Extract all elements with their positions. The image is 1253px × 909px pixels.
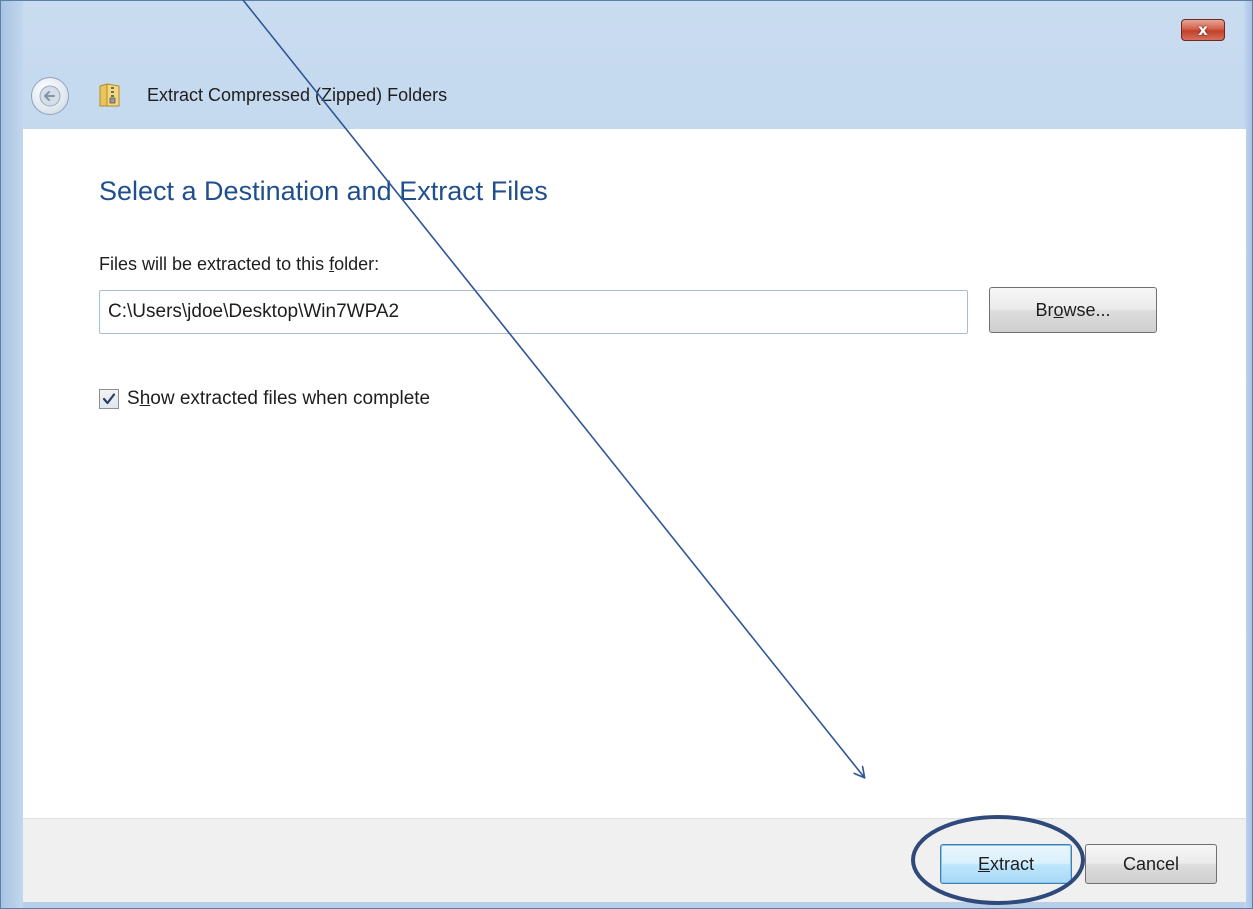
destination-label-text: Files will be extracted to this bbox=[99, 254, 330, 274]
back-button[interactable] bbox=[31, 77, 69, 115]
dialog-window: x Extract Compressed (Zipped) Folders Se… bbox=[0, 0, 1253, 909]
close-icon: x bbox=[1198, 20, 1208, 39]
show-files-option[interactable]: Show extracted files when complete bbox=[99, 386, 430, 412]
back-arrow-icon bbox=[39, 85, 61, 107]
show-files-label: Show extracted files when complete bbox=[127, 388, 430, 410]
show-files-checkbox[interactable] bbox=[99, 389, 119, 409]
show-files-label-mnemonic: h bbox=[139, 388, 151, 409]
cancel-button[interactable]: Cancel bbox=[1085, 844, 1217, 884]
browse-label-end: wse... bbox=[1063, 299, 1111, 320]
dialog-content: Select a Destination and Extract Files F… bbox=[23, 129, 1246, 818]
dialog-footer: Extract Cancel bbox=[23, 818, 1246, 902]
close-button[interactable]: x bbox=[1181, 19, 1225, 41]
page-heading: Select a Destination and Extract Files bbox=[99, 176, 548, 206]
extract-label-end: xtract bbox=[990, 853, 1035, 874]
destination-label: Files will be extracted to this folder: bbox=[99, 254, 379, 275]
browse-button[interactable]: Br o wse... bbox=[989, 287, 1157, 333]
show-files-label-end: ow extracted files when complete bbox=[150, 388, 431, 409]
extract-label-mnemonic: E bbox=[977, 853, 990, 874]
dialog-header: Extract Compressed (Zipped) Folders bbox=[23, 63, 1244, 127]
checkmark-icon bbox=[102, 393, 116, 405]
window-title: Extract Compressed (Zipped) Folders bbox=[147, 85, 448, 105]
zipped-folder-icon bbox=[99, 82, 121, 108]
extract-button[interactable]: Extract bbox=[940, 844, 1072, 884]
show-files-label-start: S bbox=[127, 388, 140, 409]
browse-label-mnemonic: o bbox=[1053, 299, 1064, 320]
destination-path-input[interactable] bbox=[99, 290, 968, 334]
destination-label-text-end: older: bbox=[334, 254, 380, 274]
browse-label-start: Br bbox=[1035, 299, 1054, 320]
